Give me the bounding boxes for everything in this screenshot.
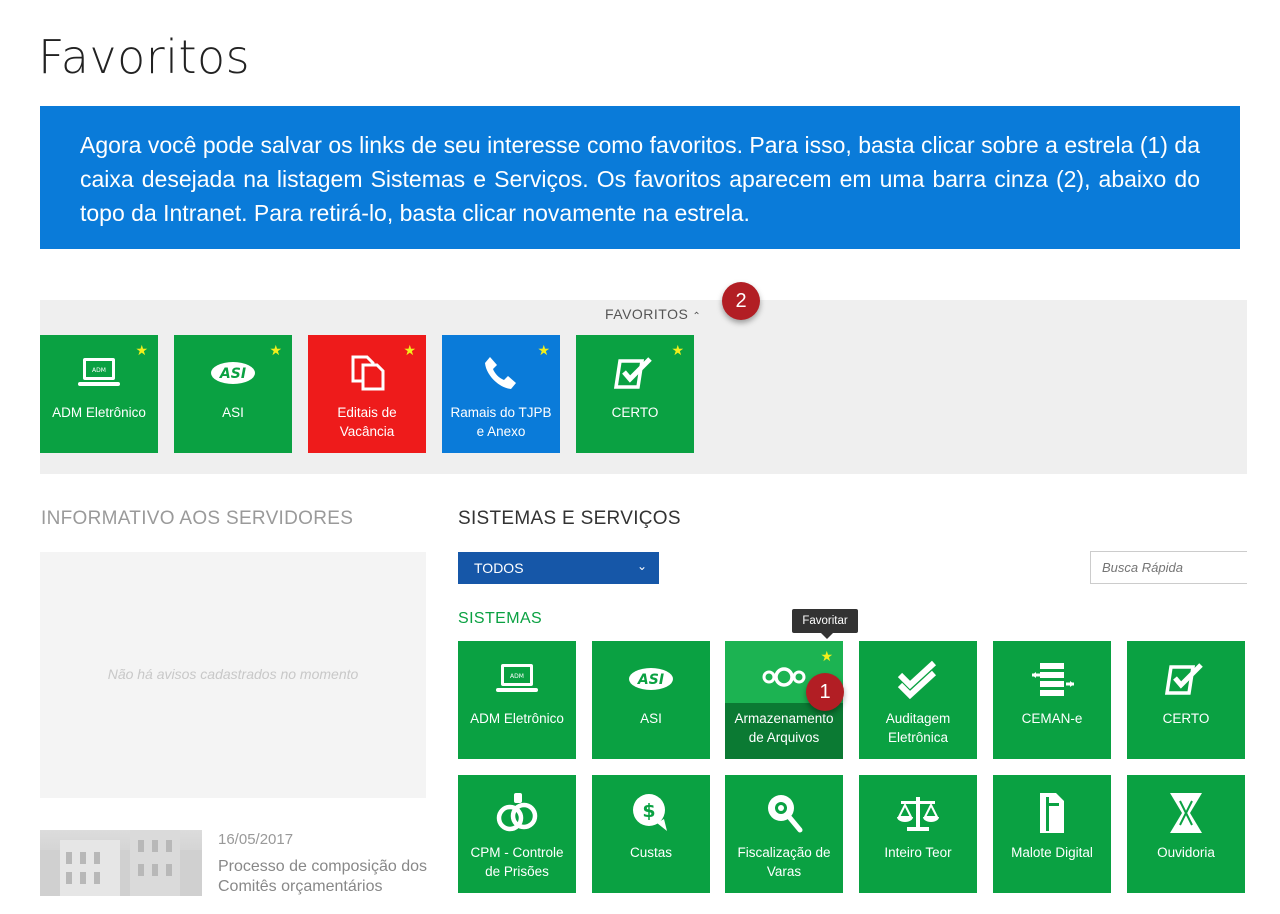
system-tile-malote-digital[interactable]: Malote Digital [993,775,1111,893]
favorite-tile-editais[interactable]: ★ Editais de Vacância [308,335,426,453]
tile-label-line2: de Arquivos [748,730,820,745]
money-bubble-icon: $ [592,793,710,833]
favorite-tile-adm-eletronico[interactable]: ★ ADM ADM Eletrônico [40,335,158,453]
tile-label-line2: Varas [766,864,802,879]
page-title: Favoritos [38,30,251,84]
scales-icon [859,793,977,833]
server-arrows-icon [993,659,1111,699]
system-tile-inteiro-teor[interactable]: Inteiro Teor [859,775,977,893]
tile-label: CERTO [611,405,659,420]
system-tile-ouvidoria[interactable]: Ouvidoria [1127,775,1245,893]
tile-label: ASI [640,711,662,726]
annotation-marker-2: 2 [722,282,760,320]
category-select-value: TODOS [474,560,524,576]
tile-label-line1: Fiscalização de [737,845,831,860]
tile-label: Malote Digital [1011,845,1093,860]
handcuffs-icon [458,793,576,833]
binder-icon [993,793,1111,833]
chevron-down-icon: ⌄ [636,559,647,573]
info-banner: Agora você pode salvar os links de seu i… [40,106,1240,249]
tile-label-line2: e Anexo [476,424,526,439]
system-tile-ceman[interactable]: CEMAN-e [993,641,1111,759]
quick-search-input[interactable] [1090,551,1247,584]
favorites-bar: FAVORITOS ⌃ ★ ADM ADM Eletrônico ★ ASI AS… [40,300,1247,474]
tile-label-line1: Ramais do TJPB [450,405,552,420]
laptop-icon: ADM [40,353,158,393]
category-select[interactable]: TODOS ⌄ [458,552,659,584]
tile-label: Inteiro Teor [884,845,952,860]
svg-text:ADM: ADM [92,367,106,374]
favorites-toggle[interactable]: FAVORITOS ⌃ [605,306,701,322]
empty-notice-text: Não há avisos cadastrados no momento [107,666,359,682]
tile-label-line2: Eletrônica [887,730,949,745]
notice-box: Não há avisos cadastrados no momento [40,552,426,798]
laptop-icon: ADM [458,659,576,699]
magnifier-icon [725,793,843,833]
banner-text: Agora você pode salvar os links de seu i… [80,132,1200,226]
system-tile-auditagem[interactable]: Auditagem Eletrônica [859,641,977,759]
favoritar-tooltip: Favoritar [792,609,858,639]
tile-label: Custas [629,845,673,860]
documents-icon [308,353,426,393]
informativo-title: INFORMATIVO AOS SERVIDORES [41,508,354,529]
asi-logo-icon: ASI [592,659,710,699]
tile-label-line1: Armazenamento [734,711,834,726]
tile-label: ASI [222,405,244,420]
sistemas-title: SISTEMAS E SERVIÇOS [458,508,681,529]
system-tile-custas[interactable]: $ Custas [592,775,710,893]
sistemas-subtitle: SISTEMAS [458,610,543,627]
tile-label-line1: Editais de [337,405,397,420]
phone-icon [442,353,560,393]
system-tile-fiscalizacao[interactable]: Fiscalização de Varas [725,775,843,893]
favorite-tile-certo[interactable]: ★ CERTO [576,335,694,453]
tile-label: CEMAN-e [1021,711,1083,726]
checkbox-icon [576,353,694,393]
svg-text:ASI: ASI [219,366,246,382]
double-check-icon [859,659,977,699]
tile-label-line1: CPM - Controle [470,845,564,860]
checkbox-icon [1127,659,1245,699]
favorite-tile-asi[interactable]: ★ ASI ASI [174,335,292,453]
asi-logo-icon: ASI [174,353,292,393]
news-date: 16/05/2017 [218,831,294,848]
system-tile-asi[interactable]: ASI ASI [592,641,710,759]
chevron-up-icon: ⌃ [692,311,702,322]
favorite-tile-ramais[interactable]: ★ Ramais do TJPB e Anexo [442,335,560,453]
tile-label: Ouvidoria [1157,845,1215,860]
tile-label: ADM Eletrônico [470,711,564,726]
svg-text:ASI: ASI [637,672,664,688]
svg-text:ADM: ADM [510,673,524,680]
annotation-marker-1: 1 [806,673,844,711]
system-tile-adm-eletronico[interactable]: ADM ADM Eletrônico [458,641,576,759]
system-tile-cpm[interactable]: CPM - Controle de Prisões [458,775,576,893]
tile-label-line2: Vacância [339,424,395,439]
tile-label-line1: Auditagem [885,711,951,726]
system-tile-certo[interactable]: CERTO [1127,641,1245,759]
news-title-link[interactable]: Processo de composição dos Comitês orçam… [218,857,438,897]
tile-label-line2: de Prisões [485,864,549,879]
favorites-header-label: FAVORITOS [605,306,689,322]
ouvidoria-logo-icon [1127,793,1245,833]
tile-label: ADM Eletrônico [52,405,146,420]
news-thumbnail[interactable] [40,830,202,896]
svg-text:$: $ [642,800,655,822]
tile-label: CERTO [1162,711,1210,726]
